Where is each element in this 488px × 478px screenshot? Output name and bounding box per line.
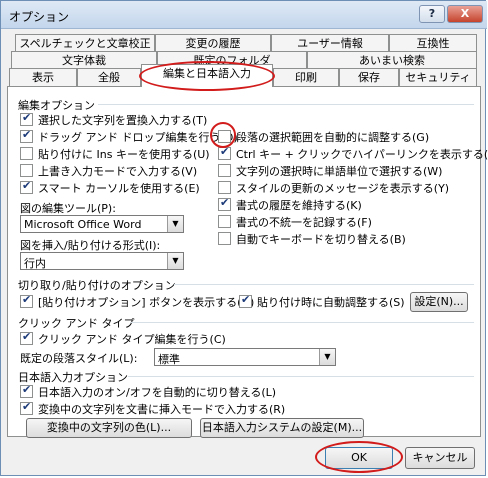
checkbox-paste-options[interactable] bbox=[20, 293, 33, 308]
options-dialog: オプション ? X スペルチェックと文章校正 変更の履歴 ユーザー情報 互換性 … bbox=[0, 0, 488, 476]
label-auto-keyboard: 自動でキーボードを切り替える(B) bbox=[236, 233, 406, 246]
checkbox-format-history[interactable] bbox=[218, 196, 231, 211]
group-divider bbox=[174, 284, 474, 285]
label-click-type: クリック アンド タイプ編集を行う(C) bbox=[38, 333, 226, 346]
group-divider bbox=[130, 322, 474, 323]
chevron-down-icon: ▼ bbox=[319, 349, 335, 365]
checkbox-format-inconsistency[interactable] bbox=[218, 215, 231, 228]
checkbox-overtype[interactable] bbox=[20, 164, 33, 177]
title-bar: オプション ? X bbox=[1, 1, 487, 29]
clicktype-header: クリック アンド タイプ bbox=[18, 317, 135, 330]
group-divider bbox=[128, 376, 474, 377]
checkbox-word-select[interactable] bbox=[218, 164, 231, 177]
label-ime-auto: 日本語入力のオン/オフを自動的に切り替える(L) bbox=[38, 386, 277, 399]
picture-editor-select[interactable]: Microsoft Office Word ▼ bbox=[20, 215, 184, 233]
label-drag-drop: ドラッグ アンド ドロップ編集を行う(D) bbox=[38, 131, 238, 144]
tab-general[interactable]: 全般 bbox=[77, 68, 141, 87]
label-ime-insert: 変換中の文字列を文書に挿入モードで入力する(R) bbox=[38, 403, 286, 416]
window-title: オプション bbox=[9, 10, 70, 24]
chevron-down-icon: ▼ bbox=[167, 216, 183, 232]
insert-format-select[interactable]: 行内 ▼ bbox=[20, 252, 184, 270]
label-paste-options: [貼り付けオプション] ボタンを表示する(O) bbox=[38, 296, 255, 309]
conversion-color-button[interactable]: 変換中の文字列の色(L)... bbox=[26, 418, 192, 438]
label-word-select: 文字列の選択時に単語単位で選択する(W) bbox=[236, 165, 443, 178]
checkbox-ctrl-click[interactable] bbox=[218, 145, 231, 160]
tab-print[interactable]: 印刷 bbox=[273, 68, 339, 87]
label-ins-paste: 貼り付けに Ins キーを使用する(U) bbox=[38, 148, 210, 161]
tab-view[interactable]: 表示 bbox=[9, 68, 77, 87]
label-smart-cursor: スマート カーソルを使用する(E) bbox=[38, 182, 200, 195]
default-style-select[interactable]: 標準 ▼ bbox=[154, 348, 336, 366]
checkbox-style-update[interactable] bbox=[218, 181, 231, 194]
label-format-history: 書式の履歴を維持する(K) bbox=[236, 199, 362, 212]
help-button[interactable]: ? bbox=[419, 5, 445, 23]
cutpaste-header: 切り取り/貼り付けのオプション bbox=[18, 279, 176, 292]
group-divider bbox=[98, 104, 474, 105]
close-button[interactable]: X bbox=[447, 5, 483, 23]
label-format-inconsistency: 書式の不統一を記録する(F) bbox=[236, 216, 372, 229]
tab-panel: 編集オプション 選択した文字列を置換入力する(T) ドラッグ アンド ドロップ編… bbox=[7, 86, 488, 438]
ok-button[interactable]: OK bbox=[325, 447, 393, 469]
checkbox-smart-cursor[interactable] bbox=[20, 179, 33, 194]
checkbox-ime-auto[interactable] bbox=[20, 383, 33, 398]
checkbox-smart-paragraph[interactable] bbox=[218, 130, 231, 143]
checkbox-click-type[interactable] bbox=[20, 330, 33, 345]
checkbox-ins-paste[interactable] bbox=[20, 147, 33, 160]
checkbox-auto-keyboard[interactable] bbox=[218, 232, 231, 245]
picture-editor-label: 図の編集ツール(P): bbox=[20, 202, 116, 215]
label-ctrl-click: Ctrl キー + クリックでハイパーリンクを表示する(H) bbox=[236, 148, 488, 161]
tab-edit-japanese-input[interactable]: 編集と日本語入力 bbox=[141, 64, 273, 87]
label-replace-selection: 選択した文字列を置換入力する(T) bbox=[38, 114, 208, 127]
chevron-down-icon: ▼ bbox=[167, 253, 183, 269]
checkbox-ime-insert[interactable] bbox=[20, 400, 33, 415]
label-style-update: スタイルの更新のメッセージを表示する(Y) bbox=[236, 182, 450, 195]
tab-security[interactable]: セキュリティ bbox=[399, 68, 477, 87]
insert-format-label: 図を挿入/貼り付ける形式(I): bbox=[20, 239, 161, 252]
paste-settings-button[interactable]: 設定(N)... bbox=[410, 292, 468, 312]
picture-editor-value: Microsoft Office Word bbox=[24, 218, 142, 231]
label-smart-paragraph: 段落の選択範囲を自動的に調整する(G) bbox=[236, 131, 430, 144]
ime-header: 日本語入力オプション bbox=[18, 371, 128, 384]
ime-settings-button[interactable]: 日本語入力システムの設定(M)... bbox=[200, 418, 364, 438]
checkbox-smart-cut-paste[interactable] bbox=[239, 293, 252, 308]
label-smart-cut-paste: 貼り付け時に自動調整する(S) bbox=[257, 296, 405, 309]
cancel-button[interactable]: キャンセル bbox=[405, 447, 475, 469]
insert-format-value: 行内 bbox=[24, 257, 46, 270]
tab-save[interactable]: 保存 bbox=[339, 68, 399, 87]
label-overtype: 上書き入力モードで入力する(V) bbox=[38, 165, 198, 178]
default-style-value: 標準 bbox=[158, 353, 180, 366]
checkbox-drag-drop[interactable] bbox=[20, 128, 33, 143]
checkbox-replace-selection[interactable] bbox=[20, 111, 33, 126]
default-style-label: 既定の段落スタイル(L): bbox=[20, 352, 138, 365]
